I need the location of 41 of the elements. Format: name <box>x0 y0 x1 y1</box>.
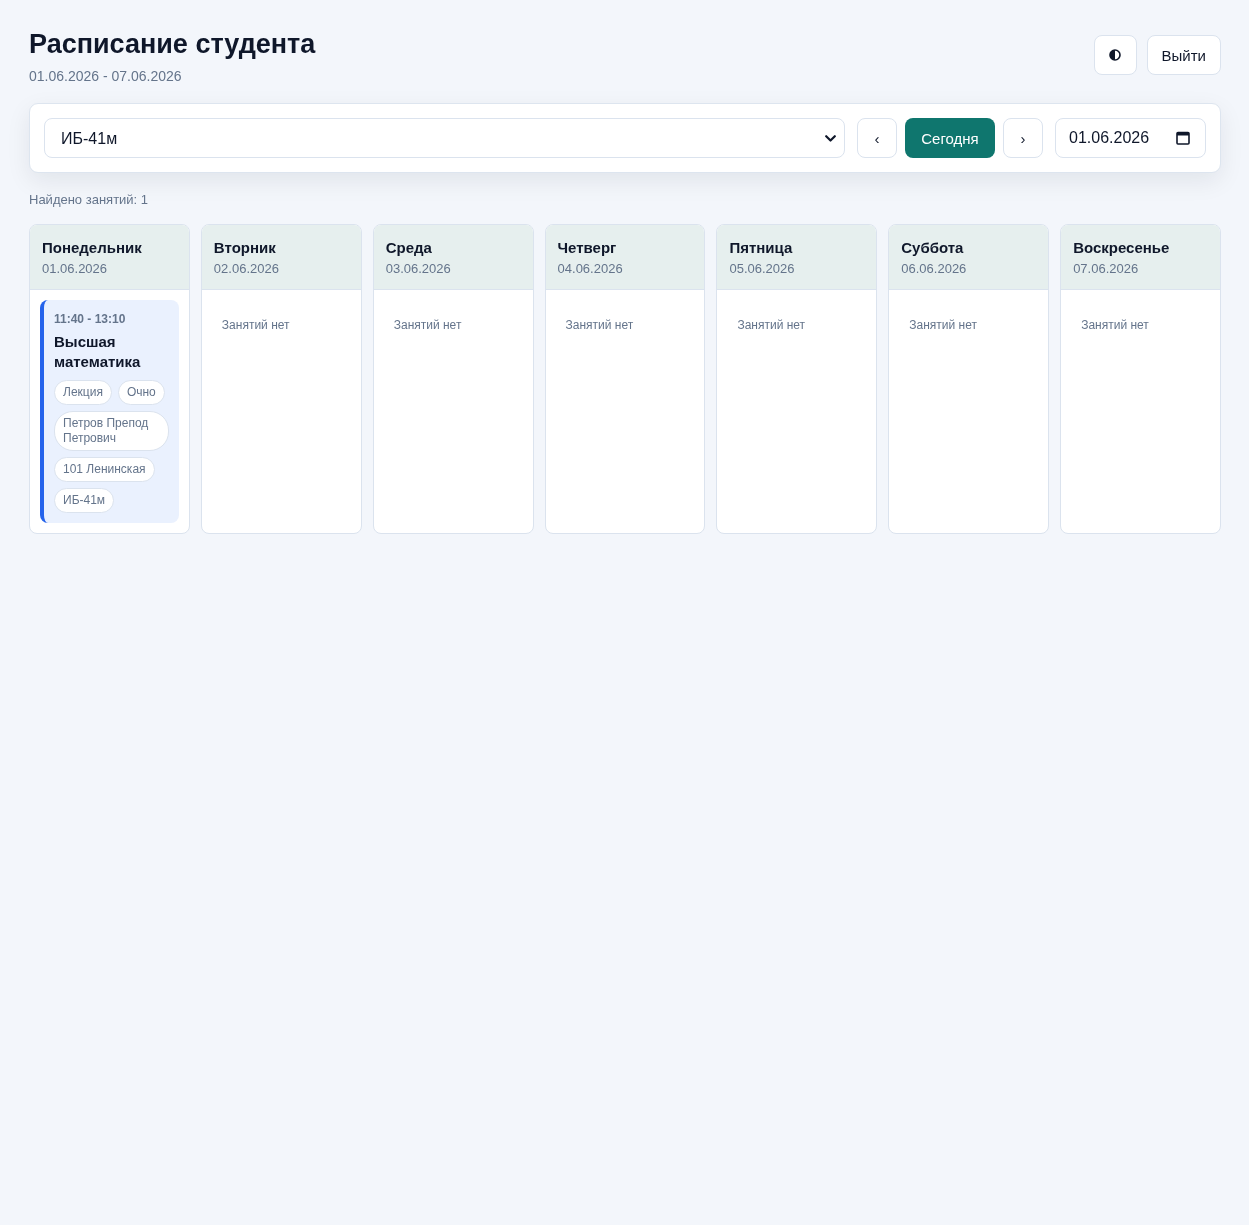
day-name: Пятница <box>729 238 793 258</box>
day-name: Среда <box>385 238 432 258</box>
day-name: Понедельник <box>42 238 142 258</box>
next-week-button[interactable]: › <box>1003 118 1043 158</box>
lesson-card[interactable]: 11:40 - 13:10 Высшая математика Лекция Очно Петров Препод Петрович 101 Ленинская ИБ-41м <box>40 300 179 523</box>
no-lessons-text: Занятий нет <box>737 317 806 333</box>
no-lessons-text: Занятий нет <box>393 317 462 333</box>
day-date: 02.06.2026 <box>213 261 279 277</box>
day-name: Вторник <box>213 238 276 258</box>
day-date: 04.06.2026 <box>557 261 623 277</box>
day-name: Четверг <box>557 238 617 258</box>
lesson-tag: ИБ-41м <box>54 488 115 513</box>
page-title: Расписание студента <box>29 28 316 61</box>
day-date: 06.06.2026 <box>901 261 967 277</box>
logout-button[interactable]: Выйти <box>1146 35 1221 75</box>
lesson-tag: 101 Ленинская <box>54 457 155 482</box>
lesson-title: Высшая математика <box>54 332 142 372</box>
calendar-icon <box>1176 131 1190 145</box>
lesson-time: 11:40 - 13:10 <box>54 312 126 327</box>
previous-week-button[interactable]: ‹ <box>857 118 897 158</box>
day-date: 03.06.2026 <box>385 261 451 277</box>
lesson-tag: Очно <box>117 380 165 405</box>
lesson-tag: Петров Препод Петрович <box>54 411 169 451</box>
chevron-down-icon <box>825 134 836 142</box>
group-select[interactable]: ИБ-41м <box>44 118 845 158</box>
day-date: 07.06.2026 <box>1073 261 1139 277</box>
theme-toggle-button[interactable] <box>1093 35 1137 75</box>
week-range: 01.06.2026 - 07.06.2026 <box>29 67 182 85</box>
day-name: Воскресенье <box>1073 238 1170 258</box>
today-button[interactable]: Сегодня <box>905 118 995 158</box>
no-lessons-text: Занятий нет <box>909 317 977 333</box>
day-name: Суббота <box>901 238 964 258</box>
day-date: 01.06.2026 <box>42 261 108 277</box>
lesson-tag: Лекция <box>54 380 112 405</box>
no-lessons-text: Занятий нет <box>565 317 634 333</box>
lessons-found-count: Найдено занятий: 1 <box>29 191 150 209</box>
contrast-icon <box>1109 49 1122 61</box>
date-field[interactable]: 01.06.2026 <box>1055 118 1206 158</box>
no-lessons-text: Занятий нет <box>221 317 290 333</box>
day-date: 05.06.2026 <box>729 261 795 277</box>
no-lessons-text: Занятий нет <box>1081 317 1149 333</box>
